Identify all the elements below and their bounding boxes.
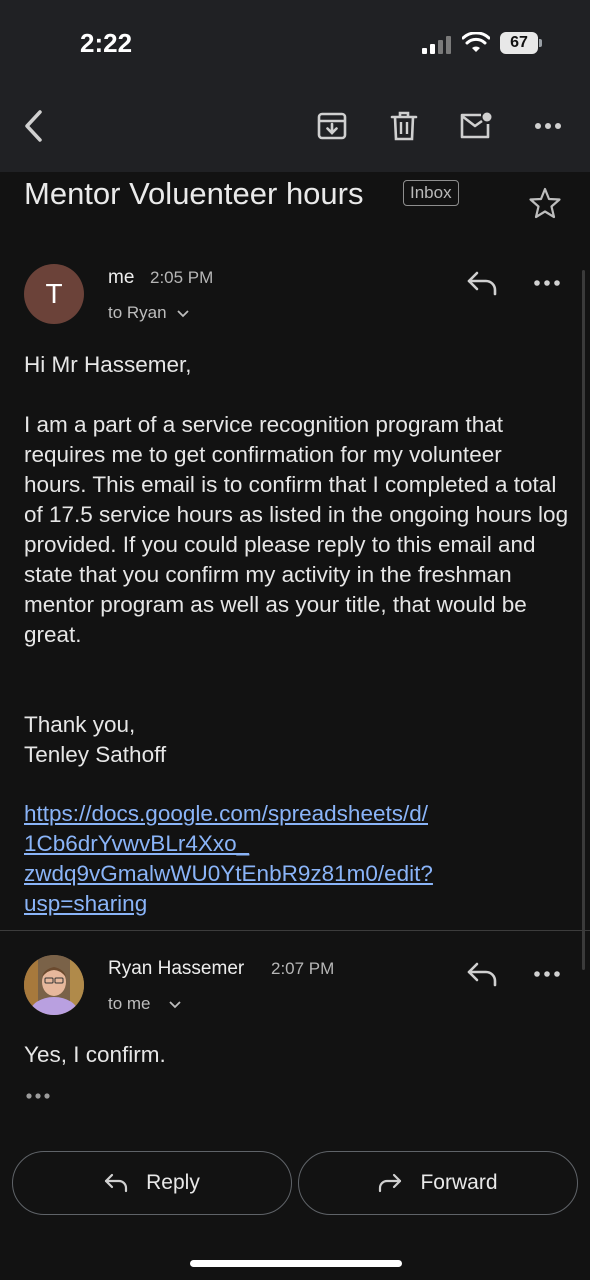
avatar[interactable]: T — [24, 264, 84, 324]
more-button[interactable] — [530, 108, 566, 144]
more-icon[interactable] — [534, 970, 560, 978]
email-toolbar — [0, 80, 590, 172]
show-trimmed-content-icon[interactable] — [26, 1092, 52, 1100]
mark-unread-button[interactable] — [458, 108, 494, 144]
reply-button-label: Reply — [146, 1171, 200, 1194]
more-icon — [535, 123, 561, 129]
sender-name: Ryan Hassemer — [108, 958, 245, 979]
avatar[interactable] — [24, 955, 84, 1015]
forward-button-label: Forward — [420, 1171, 498, 1194]
reply-icon[interactable] — [466, 270, 498, 296]
archive-button[interactable] — [314, 108, 350, 144]
home-indicator[interactable] — [190, 1260, 402, 1267]
back-button[interactable] — [16, 108, 52, 144]
wifi-icon — [462, 32, 490, 52]
archive-icon — [317, 112, 347, 140]
trash-icon — [390, 111, 418, 141]
message-body: Yes, I confirm. — [24, 1042, 166, 1067]
spreadsheet-link[interactable]: https://docs.google.com/spreadsheets/d/ … — [24, 799, 564, 919]
recipient-details[interactable]: to me — [108, 994, 181, 1014]
reply-icon — [105, 1173, 128, 1193]
message-divider — [0, 930, 590, 931]
cellular-signal-icon — [422, 34, 456, 54]
scrollbar[interactable] — [582, 270, 585, 970]
chevron-down-icon — [169, 1001, 181, 1009]
back-icon — [25, 110, 42, 142]
recipient-label: to me — [108, 994, 151, 1013]
message-time: 2:07 PM — [271, 959, 335, 978]
mark-unread-icon — [460, 112, 492, 139]
more-icon[interactable] — [534, 279, 560, 287]
delete-button[interactable] — [386, 108, 422, 144]
recipient-label: to Ryan — [108, 303, 167, 322]
subject-row: Mentor Voluenteer hours Inbox — [0, 172, 590, 242]
message-time: 2:05 PM — [150, 268, 214, 287]
email-subject: Mentor Voluenteer hours — [24, 176, 364, 211]
status-time: 2:22 — [80, 28, 133, 58]
message-signoff: Thank you, Tenley Sathoff — [24, 712, 167, 767]
reply-button[interactable]: Reply — [12, 1151, 292, 1215]
message-body: I am a part of a service recognition pro… — [24, 412, 569, 647]
chevron-down-icon — [177, 310, 189, 318]
reply-icon[interactable] — [466, 961, 498, 987]
message-greeting: Hi Mr Hassemer, — [24, 352, 192, 377]
battery-icon: 67 — [500, 32, 542, 54]
status-bar: 2:22 67 — [0, 0, 590, 80]
forward-icon — [379, 1173, 402, 1193]
forward-button[interactable]: Forward — [298, 1151, 578, 1215]
sender-name: me — [108, 267, 135, 288]
star-icon[interactable] — [528, 186, 562, 220]
inbox-label-badge[interactable]: Inbox — [403, 180, 459, 206]
recipient-details[interactable]: to Ryan — [108, 303, 189, 323]
